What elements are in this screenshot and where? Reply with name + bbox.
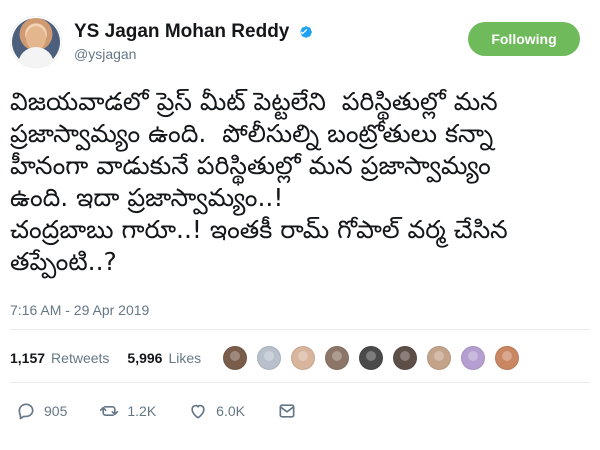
tweet-card: YS Jagan Mohan Reddy @ysjagan Following … bbox=[0, 0, 600, 450]
profile-avatar[interactable] bbox=[10, 16, 62, 68]
tweet-header: YS Jagan Mohan Reddy @ysjagan Following bbox=[10, 16, 590, 70]
tweet-text: విజయవాడలో ప్రెస్ మీట్ పెట్టలేని పరిస్థిత… bbox=[10, 87, 508, 276]
tweet-actions: 905 1.2K 6.0K bbox=[16, 399, 346, 423]
liker-avatar[interactable] bbox=[427, 346, 452, 370]
stats-divider-top bbox=[10, 329, 590, 330]
following-button[interactable]: Following bbox=[468, 22, 580, 56]
liker-avatar[interactable] bbox=[495, 346, 520, 370]
retweets-label: Retweets bbox=[51, 350, 110, 366]
liker-avatar[interactable] bbox=[223, 346, 248, 370]
liker-avatar[interactable] bbox=[461, 346, 486, 370]
likes-count: 5,996 bbox=[127, 350, 163, 366]
message-icon bbox=[279, 404, 295, 418]
likes-label: Likes bbox=[168, 350, 202, 366]
reply-action[interactable]: 905 bbox=[16, 401, 67, 421]
verified-icon bbox=[300, 26, 313, 38]
liker-avatar[interactable] bbox=[359, 346, 384, 370]
likes-stat[interactable]: 5,996 Likes bbox=[127, 350, 201, 366]
heart-icon bbox=[191, 404, 205, 419]
retweets-count: 1,157 bbox=[10, 350, 46, 366]
retweet-action[interactable]: 1.2K bbox=[99, 401, 156, 421]
reply-count: 905 bbox=[44, 403, 68, 419]
liker-avatar[interactable] bbox=[291, 346, 316, 370]
liker-avatar[interactable] bbox=[393, 346, 418, 370]
liker-avatar[interactable] bbox=[325, 346, 350, 370]
liker-avatar[interactable] bbox=[257, 346, 282, 370]
author-block: YS Jagan Mohan Reddy @ysjagan bbox=[74, 20, 394, 64]
liker-avatar-strip bbox=[223, 346, 529, 370]
tweet-timestamp[interactable]: 7:16 AM - 29 Apr 2019 bbox=[10, 301, 149, 319]
reply-icon bbox=[18, 403, 34, 420]
like-count: 6.0K bbox=[216, 403, 245, 419]
avatar-body bbox=[18, 47, 54, 68]
retweet-icon bbox=[100, 406, 119, 416]
retweet-count: 1.2K bbox=[127, 403, 157, 419]
display-name[interactable]: YS Jagan Mohan Reddy bbox=[74, 20, 289, 44]
display-name-row: YS Jagan Mohan Reddy bbox=[74, 20, 394, 44]
tweet-stats: 1,157 Retweets 5,996 Likes bbox=[10, 343, 590, 373]
retweets-stat[interactable]: 1,157 Retweets bbox=[10, 350, 109, 366]
user-handle[interactable]: @ysjagan bbox=[74, 44, 394, 64]
stats-divider-bottom bbox=[10, 382, 590, 383]
message-action[interactable] bbox=[277, 401, 305, 421]
like-action[interactable]: 6.0K bbox=[188, 401, 245, 421]
